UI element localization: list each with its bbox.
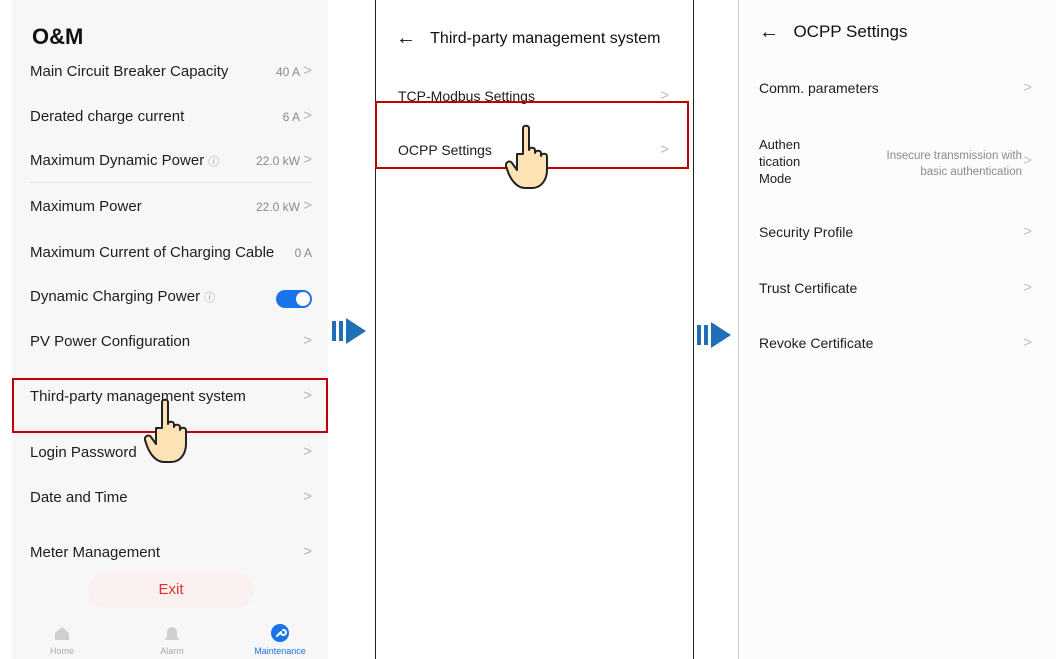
row-label: Dynamic Charging Power [30,288,201,305]
info-icon[interactable]: ⓘ [208,156,219,168]
chevron-right-icon: > [303,332,312,349]
tab-label: Maintenance [254,646,306,656]
header: ← OCPP Settings [759,20,907,43]
hand-pointer-icon [505,124,548,189]
bottom-tab-bar: Home Alarm Maintenance [12,618,328,659]
row-label: Maximum Current of Charging Cable [30,244,275,261]
row-label-wrap: Dynamic Charging Power ⓘ [30,288,215,305]
row-label: Maximum Dynamic Power [30,152,205,169]
date-and-time-row[interactable]: Date and Time > [12,479,328,519]
value-line: Insecure transmission with [886,150,1023,162]
page-title: O&M [32,24,84,49]
next-step-arrow-icon [697,322,731,348]
row-label: Login Password [30,444,137,461]
chevron-right-icon: > [303,151,312,168]
chevron-right-icon: > [303,443,312,460]
row-label: Revoke Certificate [759,335,874,351]
info-icon[interactable]: ⓘ [204,292,215,304]
row-label: Comm. parameters [759,80,879,96]
security-profile-row[interactable]: Security Profile > [739,214,1056,254]
tab-label: Home [49,646,74,656]
next-step-arrow-icon [332,318,366,344]
chevron-right-icon: > [303,197,312,214]
row-value: 0 A [294,246,312,260]
chevron-right-icon: > [1023,152,1032,169]
label-line: Authen [759,137,801,152]
tab-alarm[interactable]: Alarm [132,618,212,656]
toggle-knob [296,292,310,306]
dynamic-charging-power-row: Dynamic Charging Power ⓘ [12,278,328,318]
chevron-right-icon: > [1023,334,1032,351]
om-panel: O&M Main Circuit Breaker Capacity 40 A >… [12,0,328,659]
exit-button[interactable]: Exit [88,572,254,608]
maximum-dynamic-power-row[interactable]: Maximum Dynamic Power ⓘ 22.0 kW > [12,142,328,182]
chevron-right-icon: > [303,62,312,79]
meter-management-row[interactable]: Meter Management > [12,534,328,574]
row-label: Derated charge current [30,108,185,125]
header: ← Third-party management system [396,26,660,49]
row-label: Main Circuit Breaker Capacity [30,63,229,80]
row-label: Meter Management [30,544,161,561]
row-value: Insecure transmission with basic authent… [887,148,1023,180]
divider [30,182,312,183]
trust-certificate-row[interactable]: Trust Certificate > [739,270,1056,310]
chevron-right-icon: > [303,543,312,560]
chevron-right-icon: > [1023,223,1032,240]
revoke-certificate-row[interactable]: Revoke Certificate > [739,325,1056,365]
dynamic-charging-power-toggle[interactable] [276,290,312,308]
pv-power-configuration-row[interactable]: PV Power Configuration > [12,323,328,363]
row-label: Maximum Power [30,198,142,215]
tab-maintenance[interactable]: Maintenance [240,618,320,656]
row-label: Trust Certificate [759,280,858,296]
row-value: 40 A [275,65,300,79]
row-label: Date and Time [30,489,128,506]
row-label: PV Power Configuration [30,333,191,350]
home-icon [55,627,69,640]
chevron-right-icon: > [1023,279,1032,296]
row-value: 22.0 kW [255,154,300,168]
tab-home[interactable]: Home [22,618,102,656]
hand-pointer-icon [144,398,187,463]
chevron-right-icon: > [1023,79,1032,96]
alarm-icon [165,627,179,640]
wrench-icon [271,624,289,642]
back-arrow-icon[interactable]: ← [759,21,779,43]
page-title: OCPP Settings [793,22,908,41]
back-arrow-icon[interactable]: ← [396,27,416,49]
label-line: Mode [759,171,792,186]
comm-parameters-row[interactable]: Comm. parameters > [739,70,1056,110]
maximum-power-row[interactable]: Maximum Power 22.0 kW > [12,188,328,228]
derated-charge-current-row[interactable]: Derated charge current 6 A > [12,98,328,138]
row-label-wrap: Maximum Dynamic Power ⓘ [30,152,219,169]
row-label: Security Profile [759,224,854,240]
row-value: 6 A [282,110,300,124]
chevron-right-icon: > [303,107,312,124]
ocpp-settings-panel: ← OCPP Settings Comm. parameters > Authe… [738,0,1056,659]
authentication-mode-row[interactable]: Authen tication Mode Insecure transmissi… [739,134,1056,190]
third-party-panel: ← Third-party management system TCP-Modb… [375,0,694,659]
label-line: tication [759,154,801,169]
tab-label: Alarm [160,646,184,656]
row-label: Authen tication Mode [759,136,800,187]
main-circuit-breaker-capacity-row[interactable]: Main Circuit Breaker Capacity 40 A > [12,53,328,93]
chevron-right-icon: > [303,488,312,505]
value-line: basic authentication [920,166,1022,178]
page-title: Third-party management system [430,30,661,47]
row-value: 22.0 kW [255,200,300,214]
maximum-current-of-charging-cable-row[interactable]: Maximum Current of Charging Cable 0 A [12,234,328,274]
